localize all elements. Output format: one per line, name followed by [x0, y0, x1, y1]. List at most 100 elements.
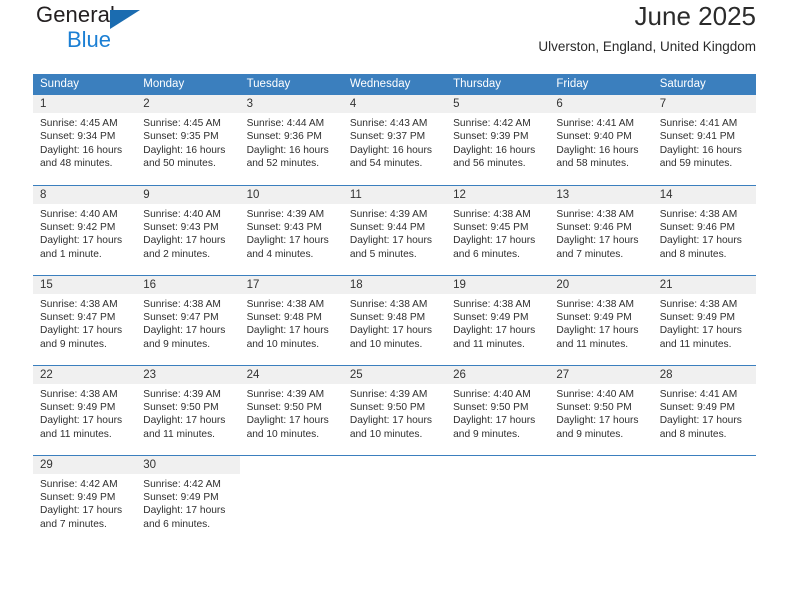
daylight-text-line1: Daylight: 17 hours: [246, 325, 329, 337]
day-number: 28: [652, 365, 756, 384]
day-details: Sunrise: 4:41 AM Sunset: 9:41 PM Dayligh…: [653, 113, 756, 171]
day-number: 11: [342, 185, 447, 204]
day-cell[interactable]: 7 Sunrise: 4:41 AM Sunset: 9:41 PM Dayli…: [652, 95, 756, 185]
sunset-text: Sunset: 9:49 PM: [453, 311, 529, 323]
sunrise-text: Sunrise: 4:39 AM: [246, 208, 325, 220]
daylight-text-line2: and 8 minutes.: [659, 248, 727, 260]
day-number: 23: [136, 365, 240, 384]
week-row: 22 Sunrise: 4:38 AM Sunset: 9:49 PM Dayl…: [33, 364, 756, 455]
day-cell[interactable]: 24 Sunrise: 4:39 AM Sunset: 9:50 PM Dayl…: [239, 364, 343, 455]
day-cell[interactable]: 6 Sunrise: 4:41 AM Sunset: 9:40 PM Dayli…: [549, 95, 653, 185]
day-number: 1: [33, 95, 137, 113]
day-cell[interactable]: 26 Sunrise: 4:40 AM Sunset: 9:50 PM Dayl…: [446, 364, 550, 455]
day-cell[interactable]: 11 Sunrise: 4:39 AM Sunset: 9:44 PM Dayl…: [342, 184, 447, 275]
day-details: Sunrise: 4:45 AM Sunset: 9:34 PM Dayligh…: [33, 113, 136, 171]
daylight-text-line2: and 52 minutes.: [246, 158, 320, 170]
day-cell[interactable]: 25 Sunrise: 4:39 AM Sunset: 9:50 PM Dayl…: [342, 364, 447, 455]
daylight-text-line1: Daylight: 16 hours: [349, 144, 432, 156]
sunset-text: Sunset: 9:44 PM: [349, 221, 426, 233]
sunset-text: Sunset: 9:45 PM: [453, 221, 529, 233]
day-cell[interactable]: 3 Sunrise: 4:44 AM Sunset: 9:36 PM Dayli…: [239, 95, 343, 185]
logo-word-general: General: [36, 2, 115, 27]
day-cell[interactable]: 1 Sunrise: 4:45 AM Sunset: 9:34 PM Dayli…: [33, 95, 137, 185]
day-cell[interactable]: 28 Sunrise: 4:41 AM Sunset: 9:49 PM Dayl…: [652, 364, 756, 455]
sunset-text: Sunset: 9:49 PM: [659, 311, 736, 323]
daylight-text-line1: Daylight: 17 hours: [453, 415, 536, 427]
daylight-text-line1: Daylight: 17 hours: [659, 415, 742, 427]
sunset-text: Sunset: 9:36 PM: [246, 131, 322, 143]
day-cell[interactable]: 2 Sunrise: 4:45 AM Sunset: 9:35 PM Dayli…: [136, 95, 240, 185]
sunset-text: Sunset: 9:48 PM: [349, 311, 426, 323]
page-header: General Blue June 2025 Ulverston, Englan…: [33, 0, 756, 74]
sunrise-text: Sunrise: 4:38 AM: [40, 298, 118, 310]
day-number: 13: [549, 185, 653, 204]
day-details: Sunrise: 4:42 AM Sunset: 9:39 PM Dayligh…: [446, 113, 549, 171]
daylight-text-line1: Daylight: 17 hours: [40, 505, 123, 517]
day-details: Sunrise: 4:39 AM Sunset: 9:50 PM Dayligh…: [343, 384, 446, 442]
day-cell[interactable]: 27 Sunrise: 4:40 AM Sunset: 9:50 PM Dayl…: [549, 364, 653, 455]
day-cell[interactable]: 21 Sunrise: 4:38 AM Sunset: 9:49 PM Dayl…: [652, 274, 756, 365]
daylight-text-line1: Daylight: 17 hours: [246, 235, 329, 247]
sunrise-text: Sunrise: 4:39 AM: [349, 208, 428, 220]
day-cell[interactable]: 10 Sunrise: 4:39 AM Sunset: 9:43 PM Dayl…: [239, 184, 343, 275]
sunrise-text: Sunrise: 4:40 AM: [453, 388, 531, 400]
day-details: Sunrise: 4:38 AM Sunset: 9:49 PM Dayligh…: [33, 384, 136, 442]
sunset-text: Sunset: 9:50 PM: [556, 401, 632, 413]
empty-day-cell: [446, 454, 550, 545]
day-number: 2: [136, 95, 240, 113]
daylight-text-line1: Daylight: 16 hours: [556, 144, 639, 156]
week-row: 29 Sunrise: 4:42 AM Sunset: 9:49 PM Dayl…: [33, 454, 756, 545]
day-cell[interactable]: 13 Sunrise: 4:38 AM Sunset: 9:46 PM Dayl…: [549, 184, 653, 275]
calendar-page: General Blue June 2025 Ulverston, Englan…: [0, 0, 792, 612]
day-details: Sunrise: 4:38 AM Sunset: 9:46 PM Dayligh…: [653, 204, 756, 262]
day-cell[interactable]: 22 Sunrise: 4:38 AM Sunset: 9:49 PM Dayl…: [33, 364, 137, 455]
daylight-text-line2: and 11 minutes.: [143, 428, 216, 440]
daylight-text-line2: and 5 minutes.: [349, 248, 417, 260]
sunrise-text: Sunrise: 4:42 AM: [453, 118, 531, 129]
day-cell[interactable]: 12 Sunrise: 4:38 AM Sunset: 9:45 PM Dayl…: [446, 184, 550, 275]
daylight-text-line1: Daylight: 17 hours: [453, 325, 536, 337]
calendar-table: Sunday Monday Tuesday Wednesday Thursday…: [33, 74, 756, 545]
day-number: 27: [549, 365, 653, 384]
daylight-text-line2: and 56 minutes.: [453, 158, 526, 170]
day-cell[interactable]: 23 Sunrise: 4:39 AM Sunset: 9:50 PM Dayl…: [136, 364, 240, 455]
sunrise-text: Sunrise: 4:42 AM: [40, 478, 118, 490]
week-row: 15 Sunrise: 4:38 AM Sunset: 9:47 PM Dayl…: [33, 274, 756, 365]
day-cell[interactable]: 29 Sunrise: 4:42 AM Sunset: 9:49 PM Dayl…: [33, 454, 137, 545]
day-details: Sunrise: 4:38 AM Sunset: 9:47 PM Dayligh…: [33, 294, 136, 352]
sunrise-text: Sunrise: 4:45 AM: [143, 118, 221, 129]
day-cell[interactable]: 17 Sunrise: 4:38 AM Sunset: 9:48 PM Dayl…: [239, 274, 343, 365]
day-cell[interactable]: 16 Sunrise: 4:38 AM Sunset: 9:47 PM Dayl…: [136, 274, 240, 365]
day-cell[interactable]: 8 Sunrise: 4:40 AM Sunset: 9:42 PM Dayli…: [33, 184, 137, 275]
day-number: 22: [33, 365, 137, 384]
sunrise-text: Sunrise: 4:38 AM: [246, 298, 325, 310]
general-blue-logo[interactable]: General Blue: [36, 4, 256, 53]
sunset-text: Sunset: 9:47 PM: [40, 311, 116, 323]
daylight-text-line2: and 7 minutes.: [556, 248, 624, 260]
day-cell[interactable]: 9 Sunrise: 4:40 AM Sunset: 9:43 PM Dayli…: [136, 184, 240, 275]
daylight-text-line2: and 7 minutes.: [40, 518, 107, 530]
daylight-text-line1: Daylight: 17 hours: [143, 325, 226, 337]
daylight-text-line1: Daylight: 17 hours: [659, 325, 742, 337]
sunrise-text: Sunrise: 4:38 AM: [40, 388, 118, 400]
day-cell[interactable]: 4 Sunrise: 4:43 AM Sunset: 9:37 PM Dayli…: [342, 95, 447, 185]
day-cell[interactable]: 5 Sunrise: 4:42 AM Sunset: 9:39 PM Dayli…: [446, 95, 550, 185]
day-cell[interactable]: 20 Sunrise: 4:38 AM Sunset: 9:49 PM Dayl…: [549, 274, 653, 365]
daylight-text-line1: Daylight: 17 hours: [556, 415, 639, 427]
day-details: Sunrise: 4:39 AM Sunset: 9:50 PM Dayligh…: [240, 384, 343, 442]
day-cell[interactable]: 14 Sunrise: 4:38 AM Sunset: 9:46 PM Dayl…: [652, 184, 756, 275]
day-number: 17: [239, 275, 343, 294]
day-number: 5: [446, 95, 550, 113]
sunrise-text: Sunrise: 4:42 AM: [143, 478, 221, 490]
day-cell[interactable]: 30 Sunrise: 4:42 AM Sunset: 9:49 PM Dayl…: [136, 454, 240, 545]
day-cell[interactable]: 18 Sunrise: 4:38 AM Sunset: 9:48 PM Dayl…: [342, 274, 447, 365]
sunrise-text: Sunrise: 4:44 AM: [246, 118, 325, 129]
day-cell[interactable]: 19 Sunrise: 4:38 AM Sunset: 9:49 PM Dayl…: [446, 274, 550, 365]
sunset-text: Sunset: 9:50 PM: [349, 401, 426, 413]
sunrise-text: Sunrise: 4:40 AM: [556, 388, 634, 400]
day-number: 3: [239, 95, 343, 113]
sunset-text: Sunset: 9:49 PM: [40, 401, 116, 413]
sunset-text: Sunset: 9:39 PM: [453, 131, 529, 143]
day-cell[interactable]: 15 Sunrise: 4:38 AM Sunset: 9:47 PM Dayl…: [33, 274, 137, 365]
day-details: Sunrise: 4:40 AM Sunset: 9:43 PM Dayligh…: [136, 204, 239, 262]
